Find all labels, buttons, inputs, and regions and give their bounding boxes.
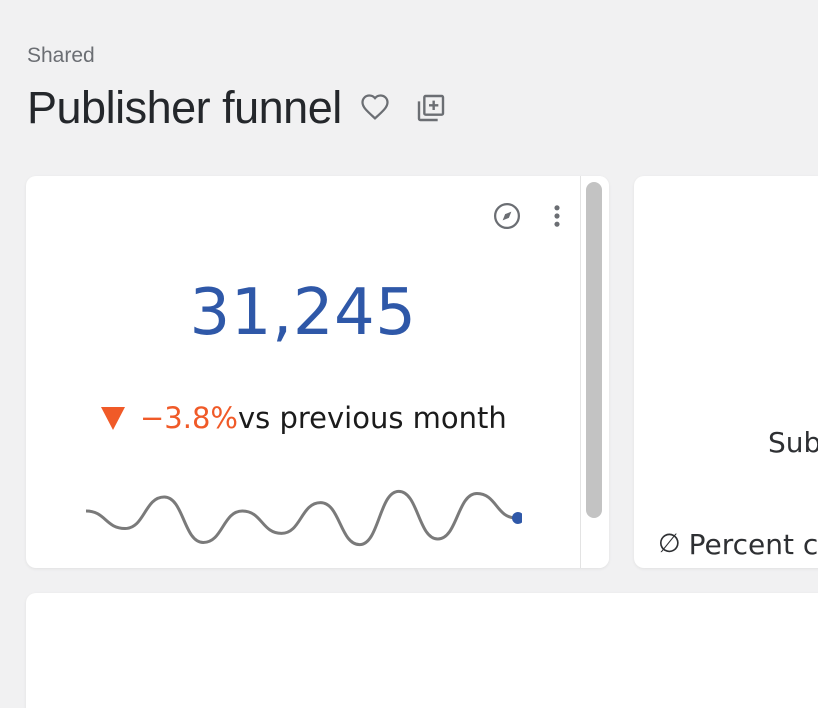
- page-title: Publisher funnel: [27, 82, 342, 133]
- title-row: Publisher funnel: [27, 80, 448, 136]
- copy-dashboard-button[interactable]: [414, 91, 448, 125]
- card-toolbar: [491, 200, 573, 232]
- metric-footer: ∅ Percent c: [658, 527, 818, 561]
- metric-card-2: Sub ∅ Percent c: [634, 176, 818, 568]
- kpi-value: 31,245: [189, 276, 417, 350]
- sparkline-last-point: [512, 512, 522, 524]
- favorite-button[interactable]: [358, 91, 392, 125]
- card-menu-button[interactable]: [541, 200, 573, 232]
- compass-icon: [494, 203, 520, 229]
- breadcrumb[interactable]: Shared: [27, 44, 95, 68]
- footer-text: Percent c: [688, 527, 818, 561]
- triangle-down-icon: [100, 403, 130, 433]
- metric-label: Sub: [768, 426, 818, 459]
- metric-card-3: [26, 593, 818, 708]
- dashboard-page: Shared Publisher funnel 31,245 −3.8% vs …: [0, 0, 818, 708]
- more-vert-icon: [554, 205, 560, 227]
- kpi-card: 31,245 −3.8% vs previous month: [26, 176, 609, 568]
- kpi-delta: −3.8% vs previous month: [100, 398, 507, 438]
- empty-set-icon: ∅: [658, 529, 681, 559]
- explore-button[interactable]: [491, 200, 523, 232]
- sparkline-chart: [85, 489, 522, 547]
- scrollbar-thumb[interactable]: [586, 182, 602, 518]
- heart-outline-icon: [361, 94, 389, 120]
- sparkline-line: [85, 489, 517, 547]
- copy-add-icon: [417, 94, 444, 122]
- delta-percent: −3.8%: [140, 401, 238, 435]
- comparison-label: vs previous month: [237, 401, 507, 435]
